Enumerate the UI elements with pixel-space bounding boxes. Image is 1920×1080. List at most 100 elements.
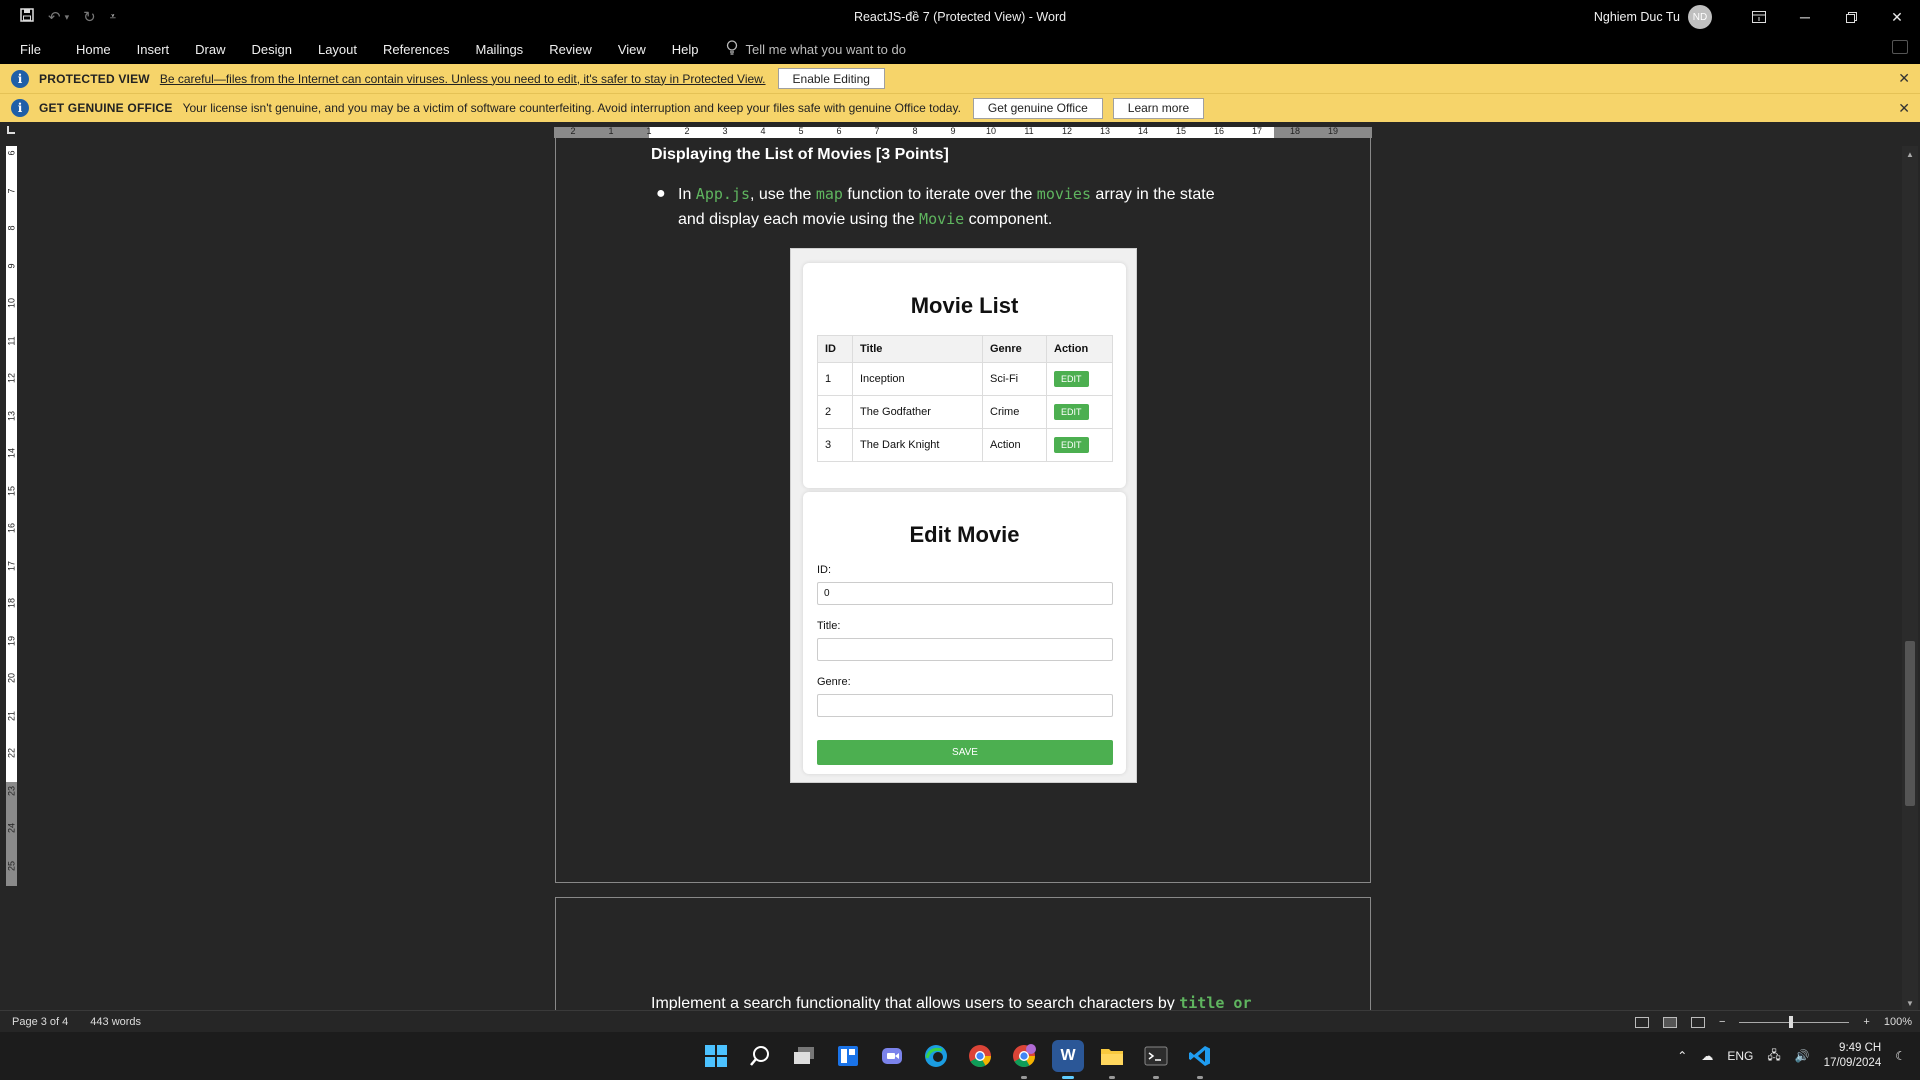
user-name: Nghiem Duc Tu bbox=[1593, 10, 1680, 24]
redo-icon[interactable]: ↻ bbox=[83, 8, 96, 26]
zoom-in-icon[interactable]: + bbox=[1863, 1016, 1869, 1028]
ruler-number: 8 bbox=[912, 126, 918, 136]
protected-view-message[interactable]: Be careful—files from the Internet can c… bbox=[160, 72, 766, 86]
scroll-up-icon[interactable]: ▲ bbox=[1906, 150, 1914, 159]
tab-layout[interactable]: Layout bbox=[305, 42, 370, 57]
zoom-slider[interactable] bbox=[1739, 1015, 1850, 1028]
tab-home[interactable]: Home bbox=[63, 42, 124, 57]
language-indicator[interactable]: ENG bbox=[1727, 1049, 1753, 1063]
table-row: 2 The Godfather Crime EDIT bbox=[817, 395, 1113, 429]
horizontal-ruler[interactable]: 2 1 1 2 3 4 5 6 7 8 9 10 11 12 13 14 15 16 17 18 19 bbox=[554, 126, 1372, 138]
task-view-icon[interactable] bbox=[788, 1040, 820, 1072]
restore-icon[interactable] bbox=[1828, 0, 1874, 34]
protected-view-bar: i PROTECTED VIEW Be careful—files from t… bbox=[0, 64, 1920, 93]
word-count[interactable]: 443 words bbox=[90, 1016, 141, 1028]
tab-insert[interactable]: Insert bbox=[124, 42, 183, 57]
ruler-number: 22 bbox=[6, 748, 17, 759]
tab-references[interactable]: References bbox=[370, 42, 462, 57]
title-field-group: Title: bbox=[817, 620, 1113, 661]
avatar[interactable]: ND bbox=[1688, 5, 1712, 29]
page-count[interactable]: Page 3 of 4 bbox=[12, 1016, 68, 1028]
read-mode-icon[interactable] bbox=[1634, 1016, 1649, 1028]
tab-view[interactable]: View bbox=[605, 42, 659, 57]
notifications-icon[interactable]: ☾ bbox=[1895, 1049, 1906, 1063]
taskbar-apps: W bbox=[700, 1032, 1216, 1080]
cell-genre: Crime bbox=[982, 395, 1047, 429]
ruler-number: 6 bbox=[6, 150, 17, 156]
edit-button: EDIT bbox=[1054, 437, 1089, 453]
vertical-scrollbar[interactable]: ▲ ▼ bbox=[1902, 146, 1918, 1010]
user-account[interactable]: Nghiem Duc Tu ND bbox=[1594, 0, 1712, 34]
enable-editing-button[interactable]: Enable Editing bbox=[777, 68, 885, 89]
print-layout-icon[interactable] bbox=[1662, 1016, 1677, 1028]
lightbulb-icon bbox=[726, 40, 738, 58]
cell-genre: Action bbox=[982, 428, 1047, 462]
document-page[interactable]: Implement a search functionality that al… bbox=[555, 897, 1371, 1017]
zoom-out-icon[interactable]: − bbox=[1719, 1016, 1725, 1028]
undo-icon[interactable]: ↶ bbox=[48, 8, 61, 26]
cell-title: Inception bbox=[852, 362, 983, 396]
ruler-number: 21 bbox=[6, 710, 17, 721]
tab-design[interactable]: Design bbox=[239, 42, 305, 57]
comments-icon[interactable] bbox=[1892, 40, 1908, 54]
clock[interactable]: 9:49 CH 17/09/2024 bbox=[1824, 1041, 1882, 1071]
inline-code: App.js bbox=[695, 185, 750, 203]
bullet-text: In bbox=[678, 186, 696, 203]
vscode-icon[interactable] bbox=[1184, 1040, 1216, 1079]
taskbar: W ⌃ ☁ ENG 🖧 🔊 9:49 CH 17/09/2024 ☾ bbox=[0, 1032, 1920, 1080]
ruler-number: 9 bbox=[6, 263, 17, 269]
word-icon[interactable]: W bbox=[1052, 1040, 1084, 1079]
tab-mailings[interactable]: Mailings bbox=[463, 42, 537, 57]
info-icon: i bbox=[11, 99, 29, 117]
learn-more-button[interactable]: Learn more bbox=[1112, 97, 1205, 119]
chrome-icon[interactable] bbox=[964, 1040, 996, 1072]
ruler-number: 25 bbox=[6, 860, 17, 871]
tab-selector[interactable] bbox=[0, 123, 22, 139]
embedded-screenshot[interactable]: Movie List ID Title Genre Action 1 Incep… bbox=[790, 248, 1137, 783]
network-icon[interactable]: 🖧 bbox=[1767, 1046, 1780, 1067]
teams-chat-icon[interactable] bbox=[876, 1040, 908, 1072]
terminal-icon[interactable] bbox=[1140, 1040, 1172, 1079]
widgets-icon[interactable] bbox=[832, 1040, 864, 1072]
close-icon[interactable]: ✕ bbox=[1898, 100, 1910, 117]
ruler-number: 16 bbox=[1213, 126, 1225, 136]
tab-file[interactable]: File bbox=[0, 42, 63, 57]
ruler-number: 6 bbox=[836, 126, 842, 136]
zoom-level[interactable]: 100% bbox=[1884, 1016, 1912, 1028]
scroll-down-icon[interactable]: ▼ bbox=[1906, 999, 1914, 1008]
tab-help[interactable]: Help bbox=[659, 42, 712, 57]
tab-draw[interactable]: Draw bbox=[182, 42, 238, 57]
close-icon[interactable]: ✕ bbox=[1874, 0, 1920, 34]
minimize-icon[interactable]: ─ bbox=[1782, 0, 1828, 34]
tell-me-search[interactable]: Tell me what you want to do bbox=[726, 40, 906, 58]
tell-me-placeholder: Tell me what you want to do bbox=[745, 41, 906, 57]
vertical-ruler[interactable]: 6 7 8 9 10 11 12 13 14 15 16 17 18 19 20 21 22 23 24 25 bbox=[6, 146, 17, 886]
id-input: 0 bbox=[817, 582, 1113, 605]
chevron-up-icon[interactable]: ⌃ bbox=[1677, 1049, 1687, 1063]
customize-qat-icon[interactable]: ⩡ bbox=[110, 11, 116, 24]
ruler-number: 13 bbox=[6, 410, 17, 421]
scroll-thumb[interactable] bbox=[1905, 641, 1915, 806]
close-icon[interactable]: ✕ bbox=[1898, 70, 1910, 87]
ruler-number: 23 bbox=[6, 785, 17, 796]
ribbon-display-icon[interactable] bbox=[1736, 0, 1782, 34]
windows-start-icon[interactable] bbox=[700, 1040, 732, 1072]
chrome-profile-icon[interactable] bbox=[1008, 1040, 1040, 1079]
onedrive-icon[interactable]: ☁ bbox=[1701, 1049, 1713, 1063]
search-icon[interactable] bbox=[744, 1040, 776, 1072]
ruler-number: 1 bbox=[608, 126, 614, 136]
zoom-thumb[interactable] bbox=[1789, 1015, 1794, 1028]
get-genuine-office-button[interactable]: Get genuine Office bbox=[972, 97, 1103, 119]
status-right: − + 100% bbox=[1634, 1011, 1912, 1033]
volume-icon[interactable]: 🔊 bbox=[1795, 1049, 1810, 1063]
edge-icon[interactable] bbox=[920, 1040, 952, 1072]
save-icon[interactable] bbox=[20, 8, 34, 26]
undo-dropdown-icon[interactable]: ▾ bbox=[65, 12, 70, 23]
ruler-number: 2 bbox=[684, 126, 690, 136]
web-layout-icon[interactable] bbox=[1690, 1016, 1705, 1028]
inline-code: map bbox=[815, 185, 843, 203]
tab-review[interactable]: Review bbox=[536, 42, 605, 57]
window-controls: ─ ✕ bbox=[1736, 0, 1920, 34]
ruler-left-margin bbox=[554, 127, 649, 138]
file-explorer-icon[interactable] bbox=[1096, 1040, 1128, 1079]
